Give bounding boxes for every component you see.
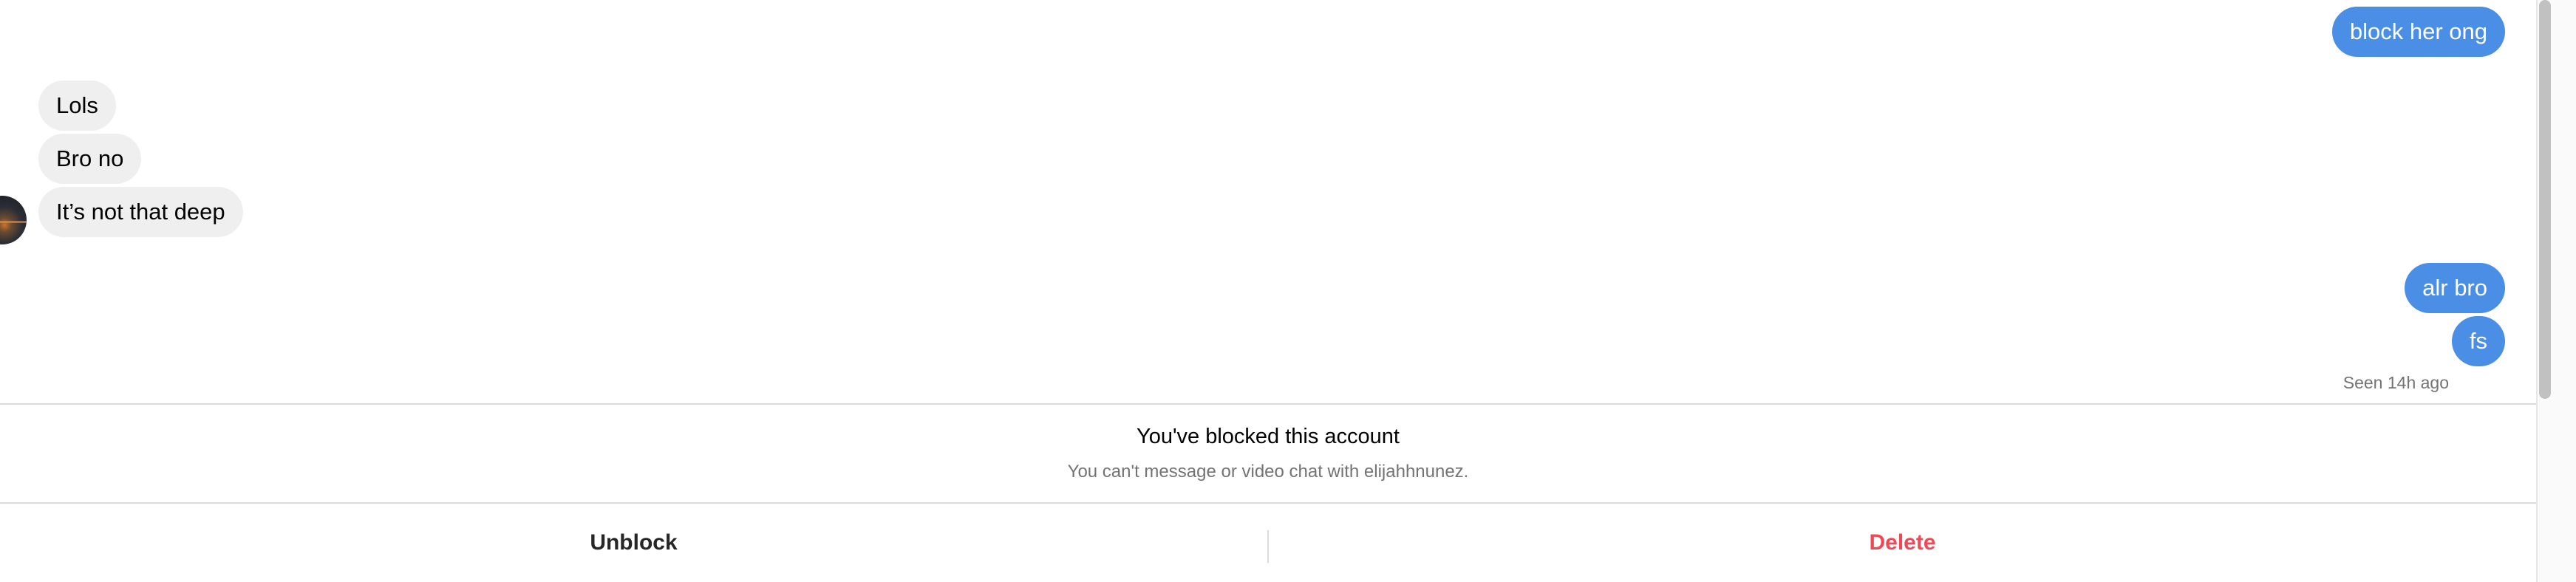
blocked-account-notice: You've blocked this account You can't me… [0, 403, 2536, 502]
seen-status: Seen 14h ago [2342, 373, 2449, 392]
message-bubble-incoming[interactable]: It’s not that deep [38, 187, 243, 237]
scrollbar-thumb[interactable] [2539, 0, 2551, 399]
delete-button[interactable]: Delete [1269, 504, 2536, 582]
unblock-button[interactable]: Unblock [0, 504, 1267, 582]
message-bubble-outgoing[interactable]: fs [2451, 316, 2505, 366]
blocked-notice-title: You've blocked this account [1137, 425, 1400, 448]
blocked-notice-subtitle: You can't message or video chat with eli… [1067, 462, 1469, 482]
message-bubble-incoming[interactable]: Lols [38, 81, 116, 131]
action-bar: Unblock Delete [0, 502, 2536, 582]
message-bubble-incoming[interactable]: Bro no [38, 134, 142, 184]
contact-avatar[interactable] [0, 196, 27, 244]
message-bubble-outgoing[interactable]: alr bro [2405, 263, 2505, 313]
message-bubble-outgoing[interactable]: block her ong [2331, 7, 2505, 57]
message-thread: block her ong Lols Bro no It’s not that … [0, 0, 2536, 403]
